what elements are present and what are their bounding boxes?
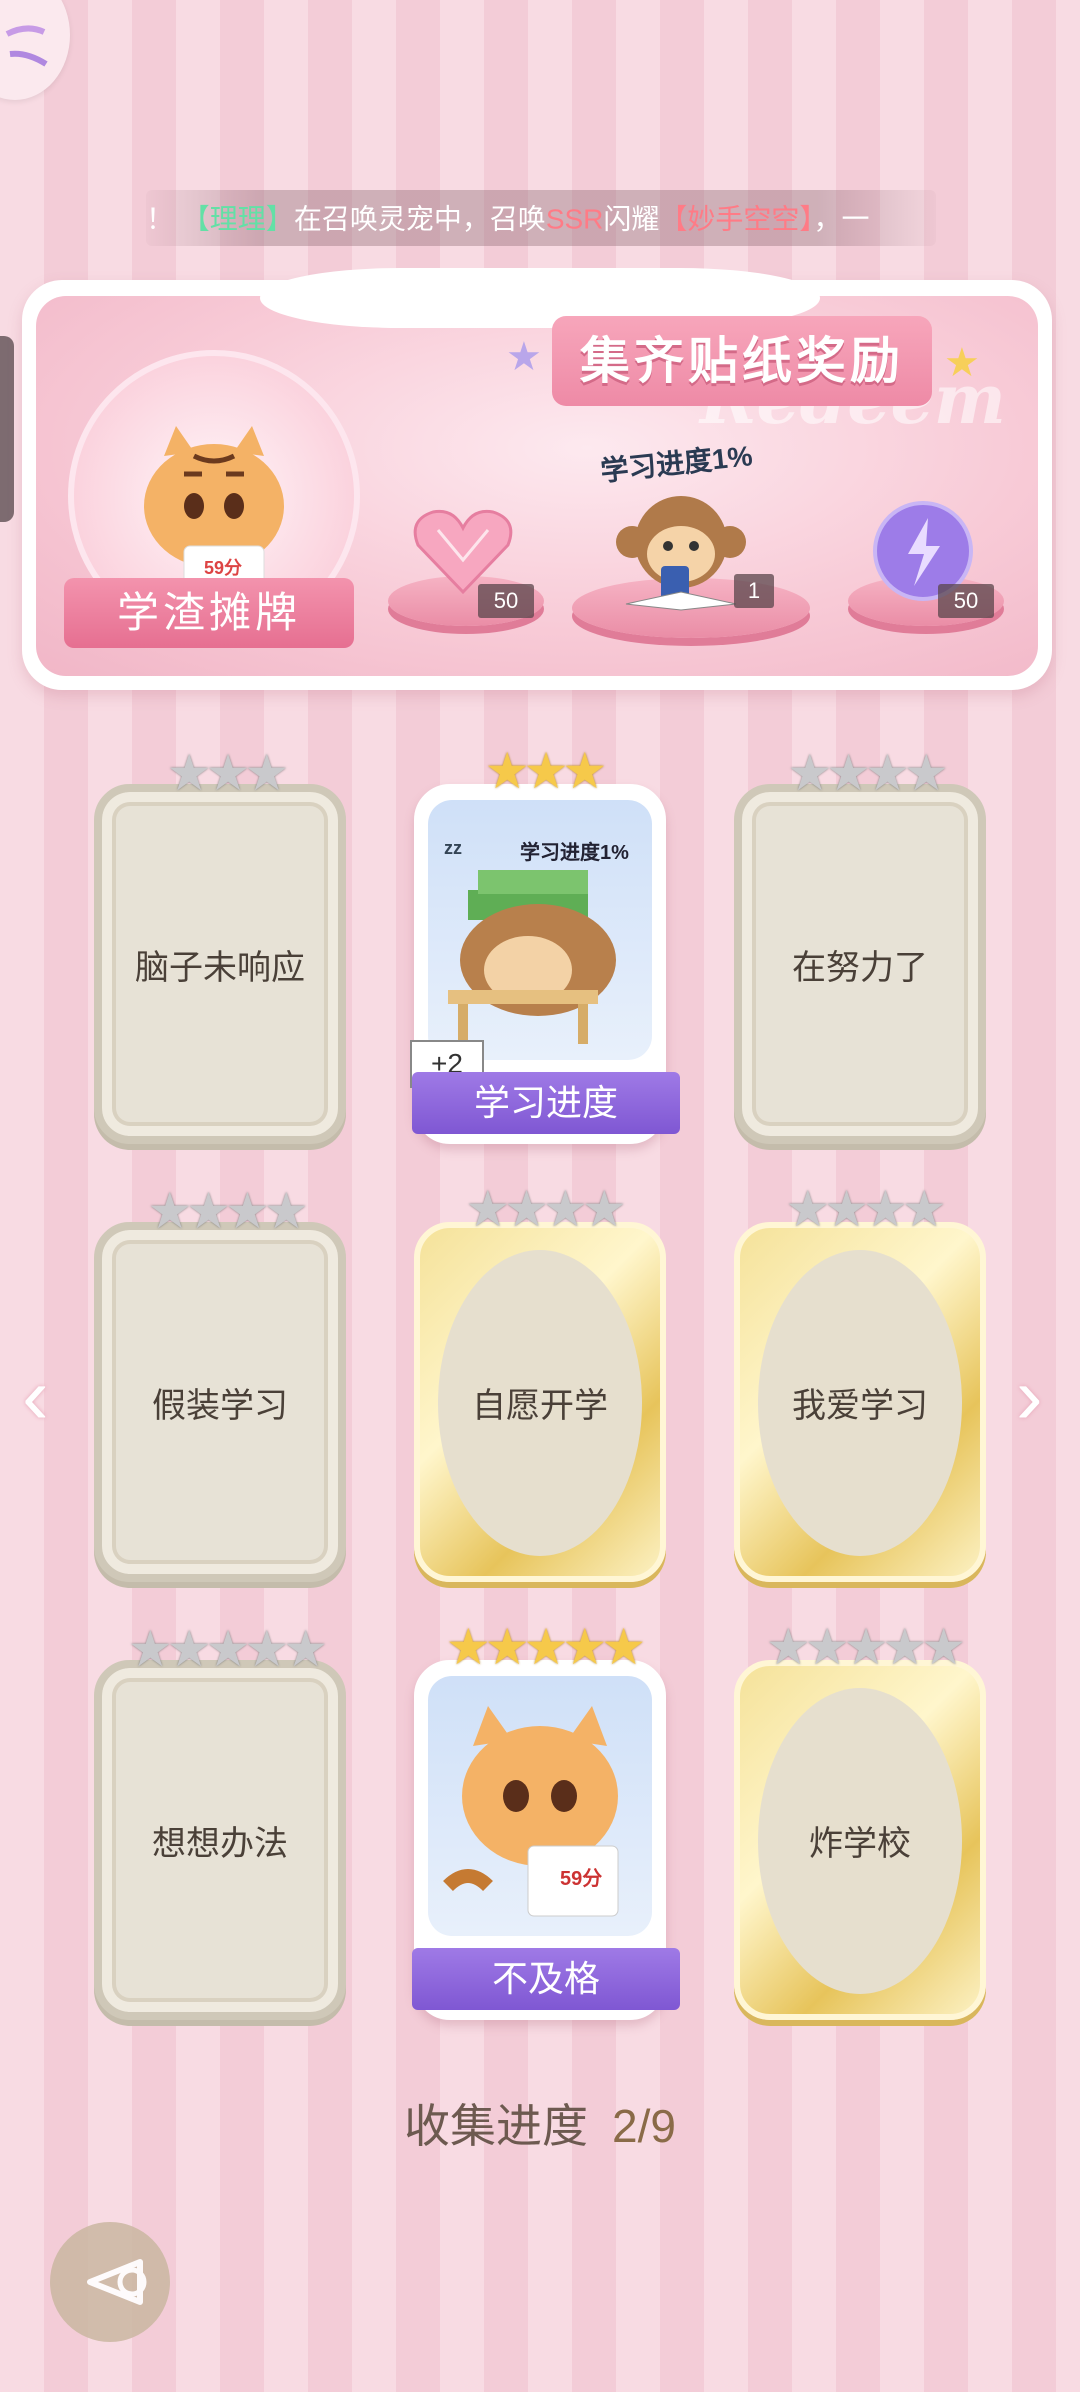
banner-title: 集齐贴纸奖励 <box>552 316 932 406</box>
sticker-illustration <box>428 1676 652 1936</box>
marquee-mid: 在召唤灵宠中，召唤 <box>293 203 546 235</box>
card-label: 假装学习 <box>152 1385 288 1426</box>
card-label: 在努力了 <box>792 947 928 988</box>
sticker-card[interactable]: 59分 不及格 ★ ★ ★ ★ ★ <box>412 1622 680 2020</box>
card-label: 脑子未响应 <box>135 947 305 988</box>
announcement-marquee: ！ 【理理】在召唤灵宠中，召唤SSR闪耀【妙手空空】，一 <box>146 190 936 246</box>
petal-icon <box>5 25 48 67</box>
star-icon: ★ <box>944 341 980 385</box>
card-label: 想想办法 <box>152 1823 288 1864</box>
star-rating: ★ ★ ★ ★ <box>718 748 1018 798</box>
reward-count: 50 <box>938 584 994 618</box>
star-icon: ★ <box>921 1619 967 1675</box>
star-rating: ★ ★ ★ ★ ★ <box>716 1622 1016 1672</box>
marquee-prefix: ！ <box>146 203 175 235</box>
star-rating: ★ ★ ★ ★ <box>78 1186 378 1236</box>
sticker-caption: 学习进度1% <box>520 842 629 864</box>
marquee-user: 【理理】 <box>181 203 294 235</box>
star-rating: ★ ★ ★ ★ ★ <box>78 1624 378 1674</box>
card-label: 自愿开学 <box>472 1385 608 1426</box>
card-label: 我爱学习 <box>792 1385 928 1426</box>
star-rating: ★ ★ ★ ★ <box>396 1184 696 1234</box>
reward-count: 1 <box>734 574 774 608</box>
star-rating: ★ ★ ★ ★ <box>716 1184 1016 1234</box>
marquee-verb: 闪耀 <box>603 203 660 235</box>
sticker-card[interactable]: 学习进度1% zz +2 学习进度 ★ ★ ★ <box>410 746 680 1144</box>
card-title-banner: 不及格 <box>412 1948 680 2010</box>
star-icon: ★ <box>283 1621 329 1677</box>
marquee-rarity: SSR <box>545 203 604 235</box>
sticker-card[interactable]: 炸学校 ★ ★ ★ ★ ★ <box>734 1622 986 2020</box>
sticker-card[interactable]: 自愿开学 ★ ★ ★ ★ <box>414 1184 666 1582</box>
star-icon: ★ <box>263 1183 309 1239</box>
star-icon: ★ <box>562 743 608 799</box>
star-icon: ★ <box>506 335 542 379</box>
score-note: 59分 <box>560 1868 603 1890</box>
progress-label: 收集进度 <box>404 2100 589 2152</box>
star-icon: ★ <box>903 745 949 801</box>
star-icon: ★ <box>601 1619 647 1675</box>
star-icon: ★ <box>901 1181 947 1237</box>
star-icon: ★ <box>581 1181 627 1237</box>
star-icon: ★ <box>244 745 290 801</box>
star-rating: ★ ★ ★ <box>78 748 378 798</box>
sleep-zz-text: zz <box>444 838 462 858</box>
sticker-card[interactable]: 在努力了 ★ ★ ★ ★ <box>734 748 986 1144</box>
prev-page-arrow[interactable]: ‹ <box>22 1350 49 1442</box>
card-title-banner: 学习进度 <box>412 1072 680 1134</box>
sticker-card[interactable]: 脑子未响应 ★ ★ ★ <box>94 748 346 1144</box>
back-button[interactable] <box>50 2222 170 2342</box>
reward-count: 50 <box>478 584 534 618</box>
star-rating: ★ ★ ★ ★ ★ <box>396 1622 696 1672</box>
marquee-pet: 【妙手空空】 <box>659 203 814 235</box>
avatar-score-note: 59分 <box>204 558 243 578</box>
marquee-suffix: ，一 <box>813 203 870 235</box>
top-menu-button[interactable] <box>0 0 70 100</box>
collection-progress: 收集进度 2/9 <box>0 2090 1080 2156</box>
star-rating: ★ ★ ★ <box>396 746 696 796</box>
next-page-arrow[interactable]: › <box>1016 1350 1043 1442</box>
progress-value: 2/9 <box>612 2100 676 2152</box>
back-arrow-icon <box>87 2259 147 2305</box>
side-drawer-tab[interactable] <box>0 336 14 522</box>
collection-name: 学渣摊牌 <box>64 578 354 648</box>
sticker-card[interactable]: 想想办法 ★ ★ ★ ★ ★ <box>94 1624 346 2020</box>
sticker-card[interactable]: 我爱学习 ★ ★ ★ ★ <box>734 1184 986 1582</box>
sticker-card[interactable]: 假装学习 ★ ★ ★ ★ <box>94 1186 346 1582</box>
card-label: 炸学校 <box>809 1823 911 1864</box>
